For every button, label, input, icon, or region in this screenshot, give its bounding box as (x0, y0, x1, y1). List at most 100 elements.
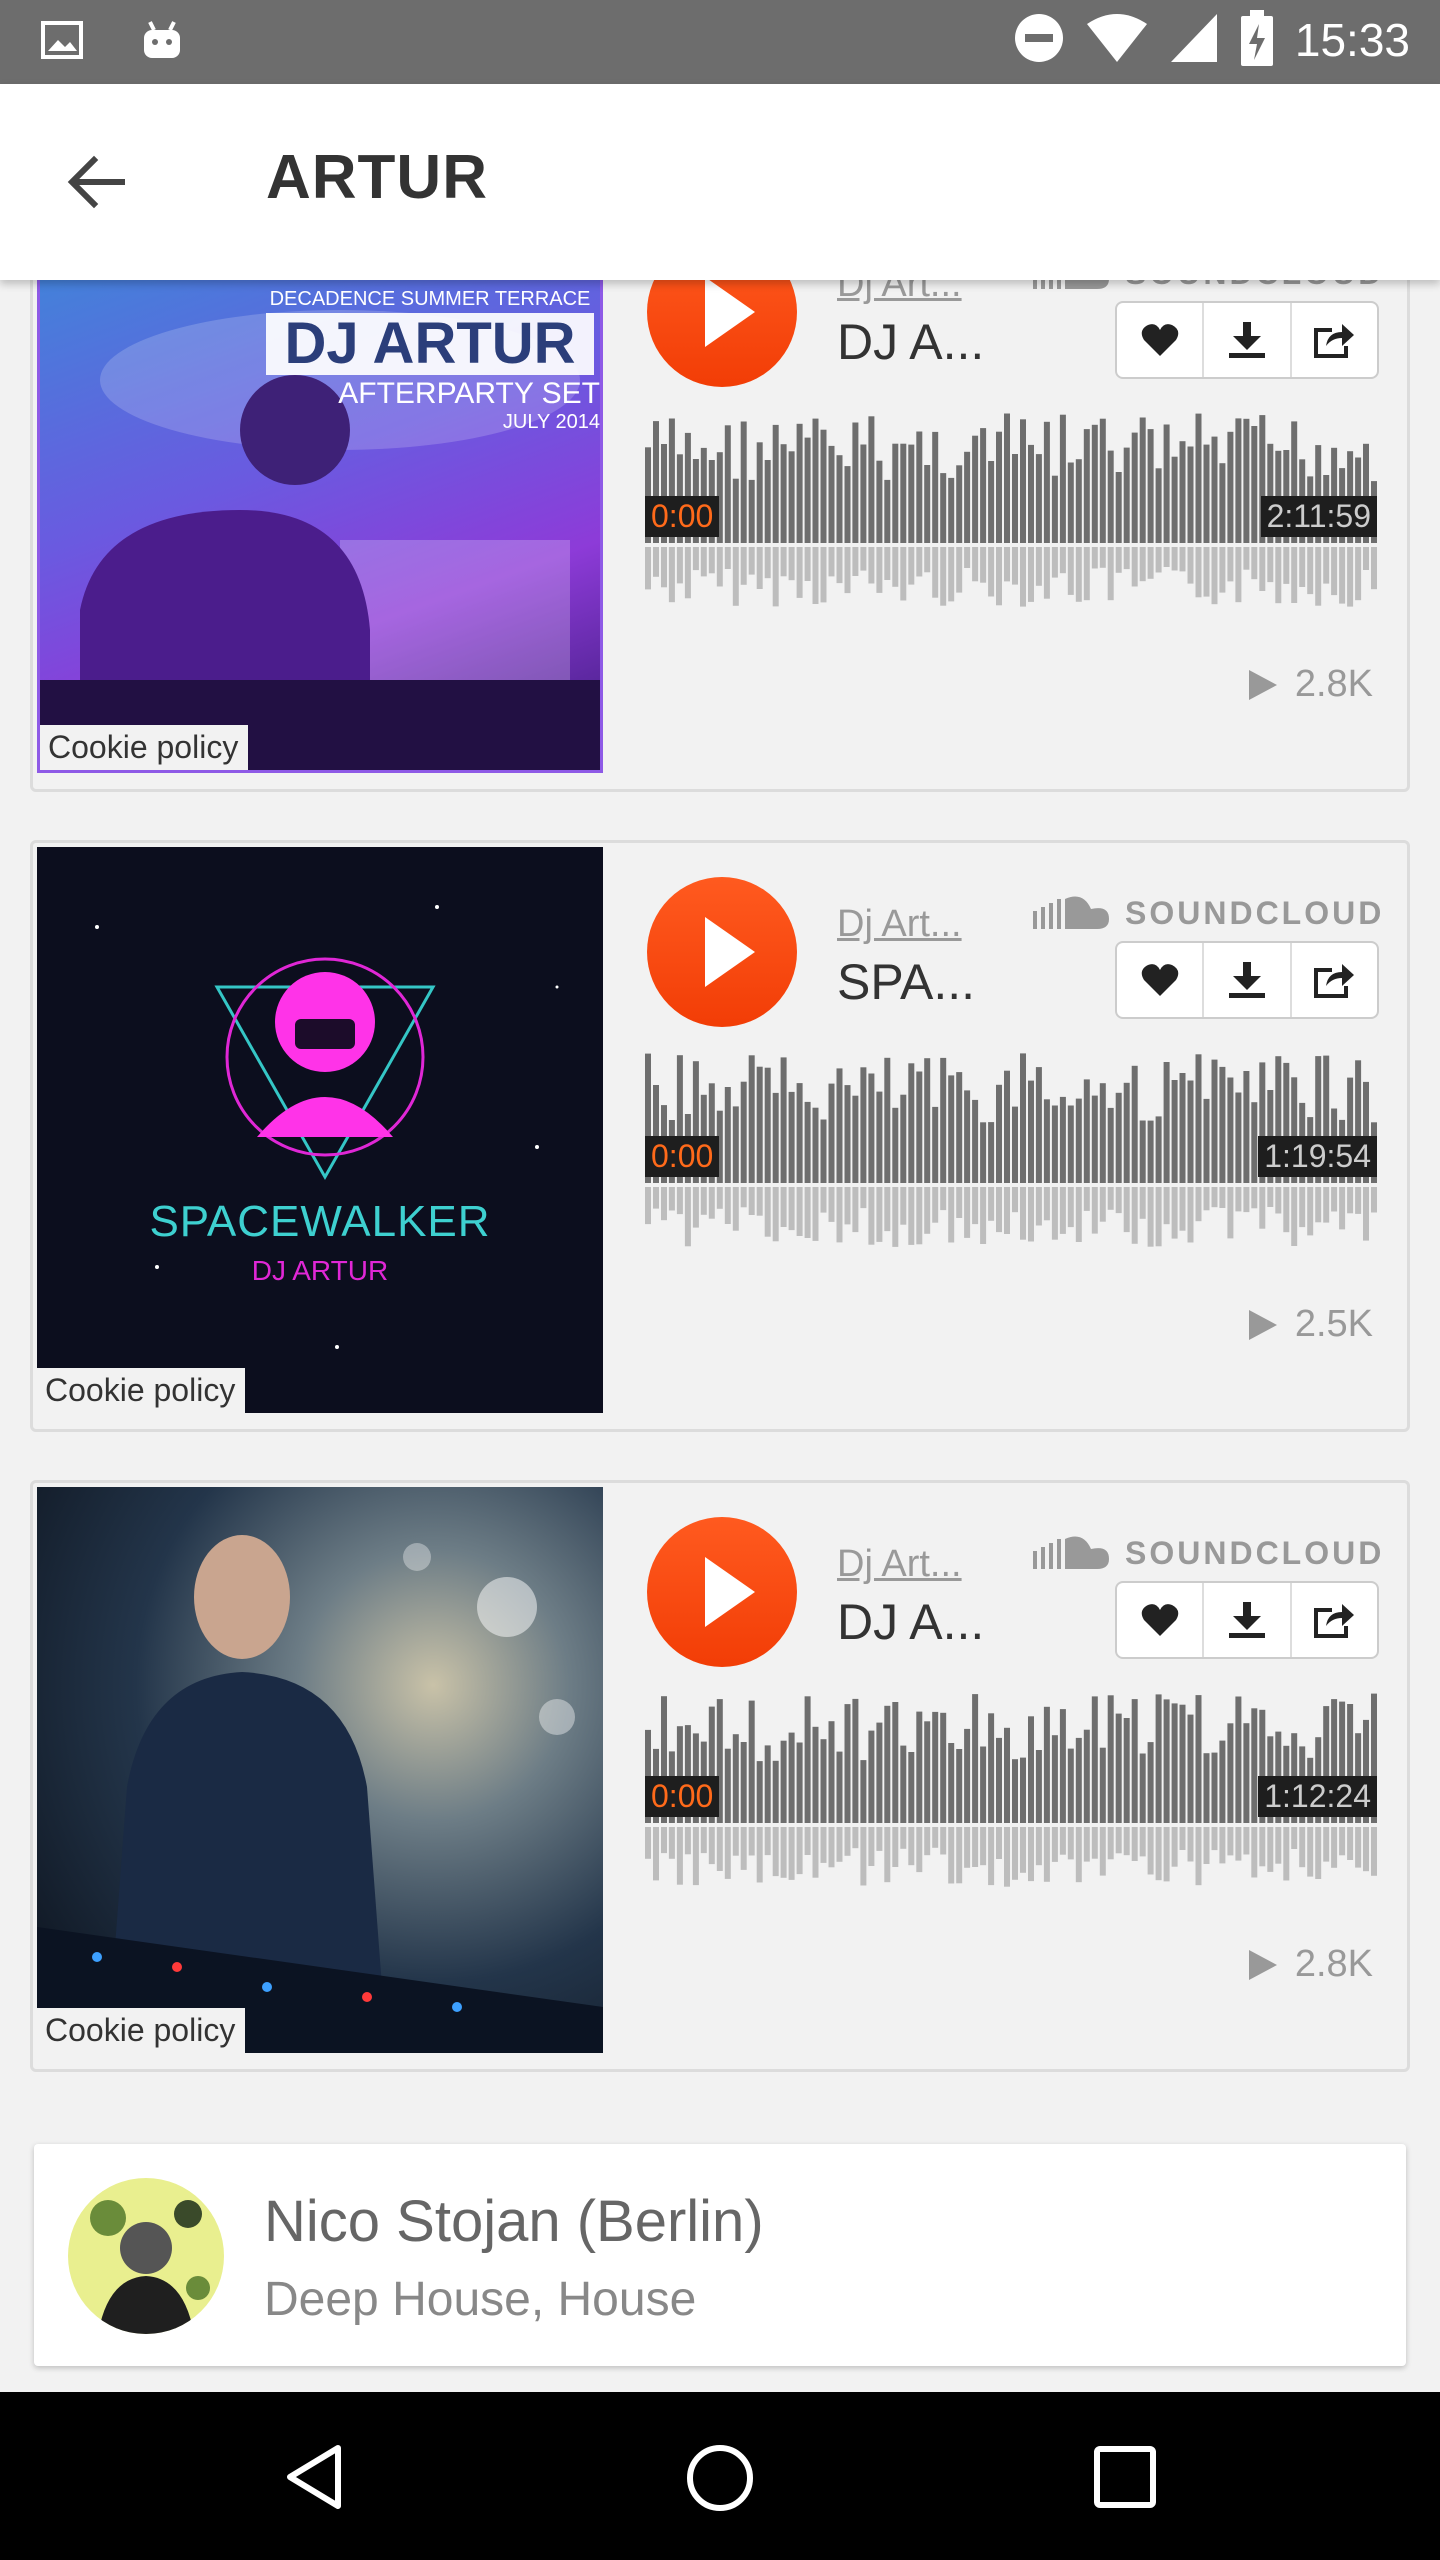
cover-subtitle: AFTERPARTY SET (338, 377, 600, 410)
waveform-reflection (1267, 1827, 1274, 1872)
waveform-reflection (1139, 1827, 1146, 1857)
waveform-bar (908, 1063, 915, 1183)
waveform-reflection (980, 1827, 987, 1866)
back-button[interactable] (60, 144, 136, 220)
back-arrow-icon (67, 155, 125, 209)
soundcloud-logo[interactable]: SOUNDCLOUD (1033, 893, 1384, 933)
waveform-bar (1155, 1694, 1162, 1823)
waveform-reflection (1227, 547, 1234, 582)
share-button[interactable] (1292, 943, 1377, 1017)
waveform-reflection (820, 547, 827, 603)
waveform-reflection (884, 1187, 891, 1232)
play-count-value: 2.5K (1294, 1303, 1373, 1345)
waveform-reflection (1251, 1827, 1258, 1878)
waveform-reflection (772, 547, 779, 607)
waveform-reflection (1043, 547, 1050, 599)
artist-link[interactable]: Dj Art... (837, 903, 962, 946)
waveform-reflection (1259, 1827, 1266, 1867)
waveform-reflection (1251, 1187, 1258, 1209)
waveform-reflection (1363, 547, 1369, 570)
play-button[interactable] (647, 877, 797, 1027)
waveform-reflection (1179, 1827, 1186, 1850)
waveform-reflection (684, 1827, 691, 1855)
waveform-bar (780, 1057, 787, 1183)
waveform-bar (1131, 432, 1138, 543)
like-button[interactable] (1117, 1583, 1205, 1657)
waveform-bar (828, 1083, 835, 1183)
waveform-bar (732, 478, 739, 543)
soundcloud-logo[interactable]: SOUNDCLOUD (1033, 1533, 1384, 1573)
track-title[interactable]: SPA... (837, 953, 975, 1011)
download-button[interactable] (1204, 1583, 1292, 1657)
cookie-policy-link[interactable]: Cookie policy (40, 725, 249, 770)
waveform-reflection (1363, 1187, 1369, 1241)
related-artist-item[interactable]: Nico Stojan (Berlin) Deep House, House (34, 2144, 1406, 2366)
share-button[interactable] (1292, 1583, 1377, 1657)
waveform-reflection (1187, 1187, 1194, 1243)
waveform-reflection (908, 547, 915, 585)
waveform-reflection (692, 1187, 699, 1228)
cover-art[interactable]: SPACEWALKER DJ ARTUR Cookie policy (37, 847, 603, 1413)
waveform-reflection (876, 1187, 883, 1242)
waveform-bar (1020, 419, 1026, 543)
waveform-bar (844, 1085, 851, 1183)
download-button[interactable] (1204, 943, 1292, 1017)
waveform-reflection (1123, 547, 1130, 570)
waveform-bar (1203, 1098, 1210, 1183)
cover-subtitle: DJ ARTUR (251, 1255, 389, 1286)
nav-recents-icon[interactable] (1094, 2446, 1156, 2508)
waveform-bar (1243, 418, 1250, 543)
waveform-bar (924, 465, 931, 543)
cookie-policy-link[interactable]: Cookie policy (37, 1368, 246, 1413)
waveform-reflection (996, 1827, 1002, 1859)
waveform-reflection (1195, 1187, 1202, 1222)
soundcloud-logo[interactable]: SOUNDCLOUD (1033, 280, 1384, 293)
waveform-reflection (1004, 1827, 1010, 1887)
waveform-reflection (812, 547, 819, 604)
waveform-reflection (1283, 1187, 1290, 1233)
waveform-bar (1235, 418, 1242, 543)
waveform-reflection (860, 1827, 867, 1886)
cover-art[interactable]: DECADENCE SUMMER TERRACE DJ ARTUR AFTERP… (37, 280, 603, 773)
waveform-reflection (1211, 1827, 1218, 1851)
waveform-bar (1012, 1759, 1018, 1823)
content-scroll[interactable]: DECADENCE SUMMER TERRACE DJ ARTUR AFTERP… (0, 280, 1440, 2392)
nav-back-icon[interactable] (282, 2444, 348, 2510)
like-button[interactable] (1117, 303, 1205, 377)
waveform-bar (1131, 1699, 1138, 1823)
download-button[interactable] (1204, 303, 1292, 377)
cover-art[interactable]: Cookie policy (37, 1487, 603, 2053)
play-button[interactable] (647, 280, 797, 387)
waveform-bar (740, 1081, 747, 1183)
waveform-bar (1012, 1106, 1018, 1183)
waveform-bar (764, 1067, 771, 1183)
waveform-bar (1235, 1696, 1242, 1823)
waveform-bar (1195, 1695, 1202, 1823)
waveform-reflection (1171, 1187, 1178, 1239)
play-button[interactable] (647, 1517, 797, 1667)
time-current: 0:00 (645, 1136, 720, 1177)
share-button[interactable] (1292, 303, 1377, 377)
waveform-reflection (764, 547, 771, 579)
waveform-reflection (1211, 1187, 1218, 1208)
cover-graphic (95, 905, 559, 1349)
like-button[interactable] (1117, 943, 1205, 1017)
waveform-reflection (708, 1187, 715, 1219)
waveform-bar (1187, 1080, 1194, 1183)
waveform-bar (900, 443, 907, 543)
waveform-bar (1043, 421, 1050, 543)
action-buttons (1115, 941, 1379, 1019)
waveform-bar (980, 1746, 987, 1823)
waveform-reflection (1107, 1187, 1114, 1210)
waveform-bar (988, 461, 995, 543)
waveform-bar (788, 1091, 795, 1183)
waveform-bar (1083, 429, 1090, 543)
track-title[interactable]: DJ A... (837, 313, 984, 371)
artist-link[interactable]: Dj Art... (837, 280, 962, 306)
track-title[interactable]: DJ A... (837, 1593, 984, 1651)
nav-home-icon[interactable] (686, 2444, 754, 2512)
waveform-bar (860, 444, 867, 543)
cookie-policy-link[interactable]: Cookie policy (37, 2008, 246, 2053)
page-title: ARTUR (266, 143, 488, 212)
artist-link[interactable]: Dj Art... (837, 1543, 962, 1586)
